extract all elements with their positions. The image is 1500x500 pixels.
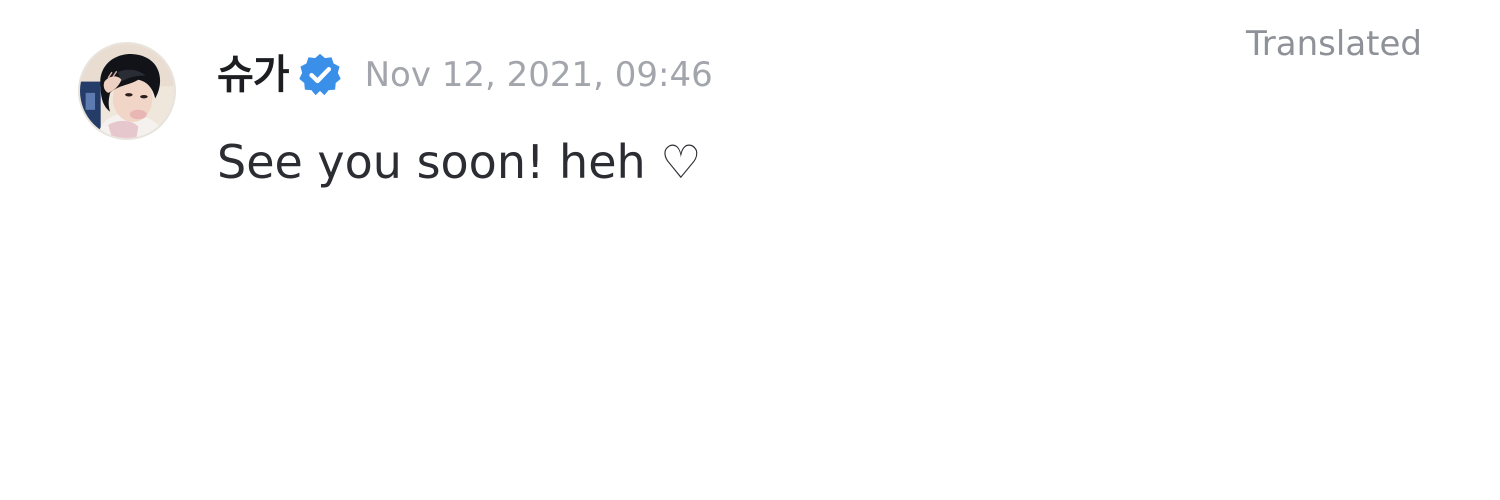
post-body-text: See you soon! heh ♡ (217, 135, 702, 189)
post-timestamp: Nov 12, 2021, 09:46 (364, 55, 713, 95)
author-name[interactable]: 슈가 (217, 50, 290, 100)
verified-badge-icon (297, 52, 343, 98)
avatar-image (80, 44, 174, 138)
author-avatar[interactable] (78, 42, 176, 140)
post-card: 슈가 Nov 12, 2021, 09:46 Translated See yo… (0, 0, 1500, 500)
translated-label[interactable]: Translated (1246, 22, 1422, 66)
post-header: 슈가 Nov 12, 2021, 09:46 (217, 50, 713, 100)
